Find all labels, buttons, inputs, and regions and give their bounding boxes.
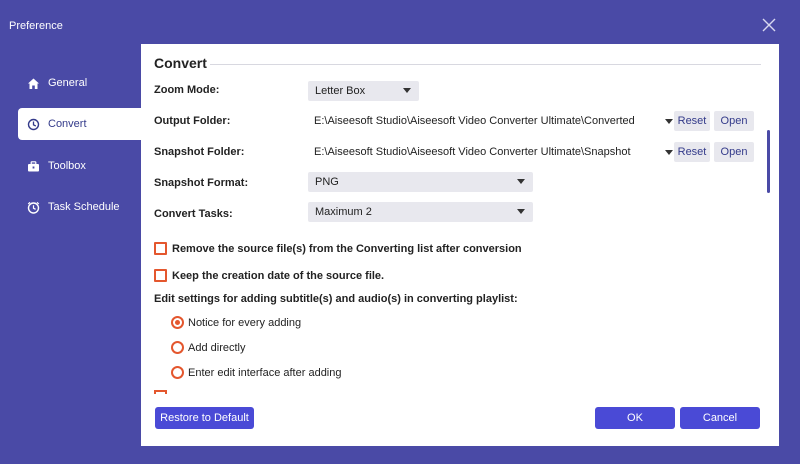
snapshot-folder-path: E:\Aiseesoft Studio\Aiseesoft Video Conv… bbox=[314, 146, 631, 158]
keep-date-label: Keep the creation date of the source fil… bbox=[172, 269, 385, 282]
radio-add-directly[interactable]: Add directly bbox=[171, 341, 245, 354]
radio-enter-edit-interface[interactable]: Enter edit interface after adding bbox=[171, 366, 341, 379]
chevron-down-icon bbox=[517, 179, 525, 184]
snapshot-format-value: PNG bbox=[315, 176, 339, 188]
convert-tasks-value: Maximum 2 bbox=[315, 206, 372, 218]
keep-date-option[interactable]: Keep the creation date of the source fil… bbox=[154, 269, 384, 282]
sidebar: General Convert Toolbox Task Schedule bbox=[0, 44, 141, 446]
close-icon[interactable] bbox=[760, 16, 778, 34]
output-folder-reset-button[interactable]: Reset bbox=[674, 111, 710, 131]
title-bar: Preference bbox=[0, 0, 800, 44]
output-folder-dropdown-icon[interactable] bbox=[665, 119, 673, 124]
settings-scroll-area: Convert Zoom Mode: Letter Box Output Fol… bbox=[141, 44, 779, 394]
sidebar-item-general[interactable]: General bbox=[18, 67, 141, 99]
remove-source-label: Remove the source file(s) from the Conve… bbox=[172, 242, 522, 255]
toolbox-icon bbox=[26, 159, 40, 173]
clipped-checkbox bbox=[154, 390, 167, 394]
convert-icon bbox=[26, 117, 40, 131]
radio-label: Enter edit interface after adding bbox=[188, 366, 342, 379]
subtitle-audio-hint: Edit settings for adding subtitle(s) and… bbox=[154, 293, 518, 305]
snapshot-folder-reset-button[interactable]: Reset bbox=[674, 142, 710, 162]
content-panel: Convert Zoom Mode: Letter Box Output Fol… bbox=[141, 44, 779, 446]
zoom-mode-value: Letter Box bbox=[315, 85, 366, 97]
keep-date-checkbox[interactable] bbox=[154, 269, 167, 282]
ok-button[interactable]: OK bbox=[595, 407, 675, 429]
window-title: Preference bbox=[9, 20, 63, 32]
remove-source-checkbox[interactable] bbox=[154, 242, 167, 255]
home-icon bbox=[26, 76, 40, 90]
zoom-mode-select[interactable]: Letter Box bbox=[308, 81, 419, 101]
clock-icon bbox=[26, 200, 40, 214]
radio-button[interactable] bbox=[171, 341, 184, 354]
radio-button[interactable] bbox=[171, 366, 184, 379]
output-folder-path: E:\Aiseesoft Studio\Aiseesoft Video Conv… bbox=[314, 115, 635, 127]
sidebar-item-toolbox[interactable]: Toolbox bbox=[18, 150, 141, 182]
radio-notice-every-adding[interactable]: Notice for every adding bbox=[171, 316, 301, 329]
cancel-button[interactable]: Cancel bbox=[680, 407, 760, 429]
output-folder-label: Output Folder: bbox=[154, 115, 231, 127]
sidebar-item-convert[interactable]: Convert bbox=[18, 108, 141, 140]
chevron-down-icon bbox=[403, 88, 411, 93]
snapshot-format-select[interactable]: PNG bbox=[308, 172, 533, 192]
snapshot-format-label: Snapshot Format: bbox=[154, 177, 249, 189]
radio-button-selected[interactable] bbox=[171, 316, 184, 329]
sidebar-item-label: Convert bbox=[48, 118, 87, 130]
radio-label: Notice for every adding bbox=[188, 316, 302, 329]
section-divider bbox=[210, 64, 761, 65]
preference-window: Preference General Convert Toolbox Task … bbox=[0, 0, 800, 464]
restore-default-button[interactable]: Restore to Default bbox=[155, 407, 254, 429]
convert-tasks-select[interactable]: Maximum 2 bbox=[308, 202, 533, 222]
radio-label: Add directly bbox=[188, 341, 246, 354]
chevron-down-icon bbox=[517, 209, 525, 214]
snapshot-folder-open-button[interactable]: Open bbox=[714, 142, 754, 162]
sidebar-item-task-schedule[interactable]: Task Schedule bbox=[18, 191, 141, 223]
snapshot-folder-dropdown-icon[interactable] bbox=[665, 150, 673, 155]
snapshot-folder-label: Snapshot Folder: bbox=[154, 146, 245, 158]
section-title: Convert bbox=[154, 55, 207, 71]
output-folder-open-button[interactable]: Open bbox=[714, 111, 754, 131]
vertical-scrollbar[interactable] bbox=[767, 130, 770, 193]
sidebar-item-label: Toolbox bbox=[48, 160, 86, 172]
convert-tasks-label: Convert Tasks: bbox=[154, 208, 233, 220]
remove-source-option[interactable]: Remove the source file(s) from the Conve… bbox=[154, 242, 522, 255]
sidebar-item-label: General bbox=[48, 77, 88, 89]
sidebar-item-label: Task Schedule bbox=[48, 201, 120, 213]
zoom-mode-label: Zoom Mode: bbox=[154, 84, 220, 96]
